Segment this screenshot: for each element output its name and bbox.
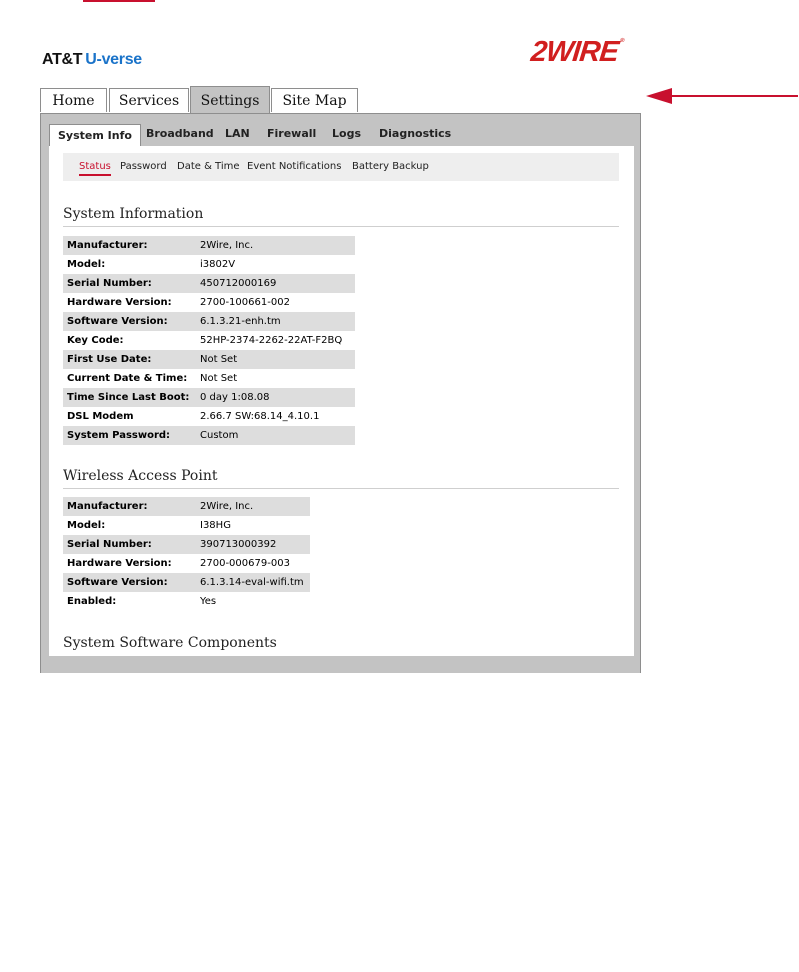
table-row: DSL Modem 2.66.7 SW:68.14_4.10.1 (63, 407, 355, 426)
left-arrow-icon (646, 88, 798, 104)
table-row: Hardware Version: 2700-100661-002 (63, 293, 355, 312)
row-value: 2700-000679-003 (200, 558, 290, 569)
row-value: Not Set (196, 350, 355, 369)
tab-label: Site Map (282, 93, 347, 109)
top-red-accent (83, 0, 155, 2)
row-value: 6.1.3.21-enh.tm (196, 312, 355, 331)
wireless-access-point-title: Wireless Access Point (63, 468, 218, 484)
table-row: System Password: Custom (63, 426, 355, 445)
row-label: Software Version: (63, 573, 196, 592)
2wire-logo-text: 2WIRE (529, 36, 620, 68)
tab-site-map[interactable]: Site Map (271, 88, 358, 112)
trademark-mark: ® (619, 38, 624, 44)
table-row: Manufacturer: 2Wire, Inc. (63, 497, 310, 516)
row-label: Manufacturer: (63, 497, 196, 516)
row-label: Model: (67, 520, 106, 531)
subtab-firewall[interactable]: Firewall (267, 127, 316, 140)
table-row: Hardware Version: 2700-000679-003 (63, 554, 310, 573)
att-logo-text: AT&T (42, 51, 83, 68)
row-label: Software Version: (63, 312, 196, 331)
tab-label: Home (52, 93, 95, 109)
row-label: Model: (67, 259, 106, 270)
row-value: 52HP-2374-2262-22AT-F2BQ (200, 335, 343, 346)
subtab-diagnostics[interactable]: Diagnostics (379, 127, 451, 140)
row-value: 450712000169 (196, 274, 355, 293)
table-row: Manufacturer: 2Wire, Inc. (63, 236, 355, 255)
row-value: 2.66.7 SW:68.14_4.10.1 (200, 411, 320, 422)
table-row: Time Since Last Boot: 0 day 1:08.08 (63, 388, 355, 407)
section-divider (63, 226, 619, 227)
system-software-components-title: System Software Components (63, 635, 277, 651)
system-information-title: System Information (63, 206, 204, 222)
subnav-event-notifications[interactable]: Event Notifications (247, 161, 341, 172)
content-panel: Status Password Date & Time Event Notifi… (49, 146, 634, 656)
subtab-logs[interactable]: Logs (332, 127, 361, 140)
row-label: Manufacturer: (63, 236, 196, 255)
subtab-lan[interactable]: LAN (225, 127, 250, 140)
tab-label: Settings (200, 93, 260, 109)
row-label: Serial Number: (63, 274, 196, 293)
subnav-date-time[interactable]: Date & Time (177, 161, 240, 172)
table-row: Serial Number: 450712000169 (63, 274, 355, 293)
row-value: 2700-100661-002 (200, 297, 290, 308)
subtab-system-info[interactable]: System Info (49, 124, 141, 146)
row-value: i3802V (200, 259, 236, 270)
table-row: Key Code: 52HP-2374-2262-22AT-F2BQ (63, 331, 355, 350)
wireless-ap-table: Manufacturer: 2Wire, Inc. Model: I38HG Seria… (63, 497, 310, 611)
2wire-logo: 2WIRE® (529, 36, 624, 68)
row-value: Yes (200, 596, 217, 607)
status-subnav: Status Password Date & Time Event Notifi… (63, 153, 619, 181)
subtab-broadband[interactable]: Broadband (146, 127, 214, 140)
row-value: Custom (196, 426, 355, 445)
row-label: Hardware Version: (67, 558, 172, 569)
tab-services[interactable]: Services (109, 88, 189, 112)
table-row: Model: I38HG (63, 516, 310, 535)
uverse-logo-text: U-verse (85, 51, 142, 68)
table-row: Current Date & Time: Not Set (63, 369, 355, 388)
row-label: Key Code: (67, 335, 124, 346)
row-value: 2Wire, Inc. (196, 236, 355, 255)
row-label: First Use Date: (63, 350, 196, 369)
table-row: Model: i3802V (63, 255, 355, 274)
row-value: I38HG (200, 520, 231, 531)
row-label: Time Since Last Boot: (63, 388, 196, 407)
row-value: 0 day 1:08.08 (196, 388, 355, 407)
subnav-battery-backup[interactable]: Battery Backup (352, 161, 429, 172)
row-label: Current Date & Time: (67, 373, 188, 384)
table-row: Enabled: Yes (63, 592, 310, 611)
tab-home[interactable]: Home (40, 88, 107, 112)
table-row: Software Version: 6.1.3.14-eval-wifi.tm (63, 573, 310, 592)
subnav-status[interactable]: Status (79, 161, 111, 176)
row-value: 6.1.3.14-eval-wifi.tm (196, 573, 310, 592)
row-value: 390713000392 (196, 535, 310, 554)
att-uverse-logo: AT&T U-verse (42, 51, 142, 69)
row-value: 2Wire, Inc. (196, 497, 310, 516)
row-label: Serial Number: (63, 535, 196, 554)
table-row: Serial Number: 390713000392 (63, 535, 310, 554)
table-row: First Use Date: Not Set (63, 350, 355, 369)
section-divider (63, 488, 619, 489)
row-label: System Password: (63, 426, 196, 445)
row-label: Enabled: (67, 596, 117, 607)
row-label: Hardware Version: (67, 297, 172, 308)
row-label: DSL Modem (67, 411, 134, 422)
tab-label: Services (118, 93, 180, 109)
subnav-password[interactable]: Password (120, 161, 167, 172)
row-value: Not Set (200, 373, 238, 384)
system-info-table: Manufacturer: 2Wire, Inc. Model: i3802V Seri… (63, 236, 355, 445)
tab-settings[interactable]: Settings (190, 86, 270, 113)
table-row: Software Version: 6.1.3.21-enh.tm (63, 312, 355, 331)
